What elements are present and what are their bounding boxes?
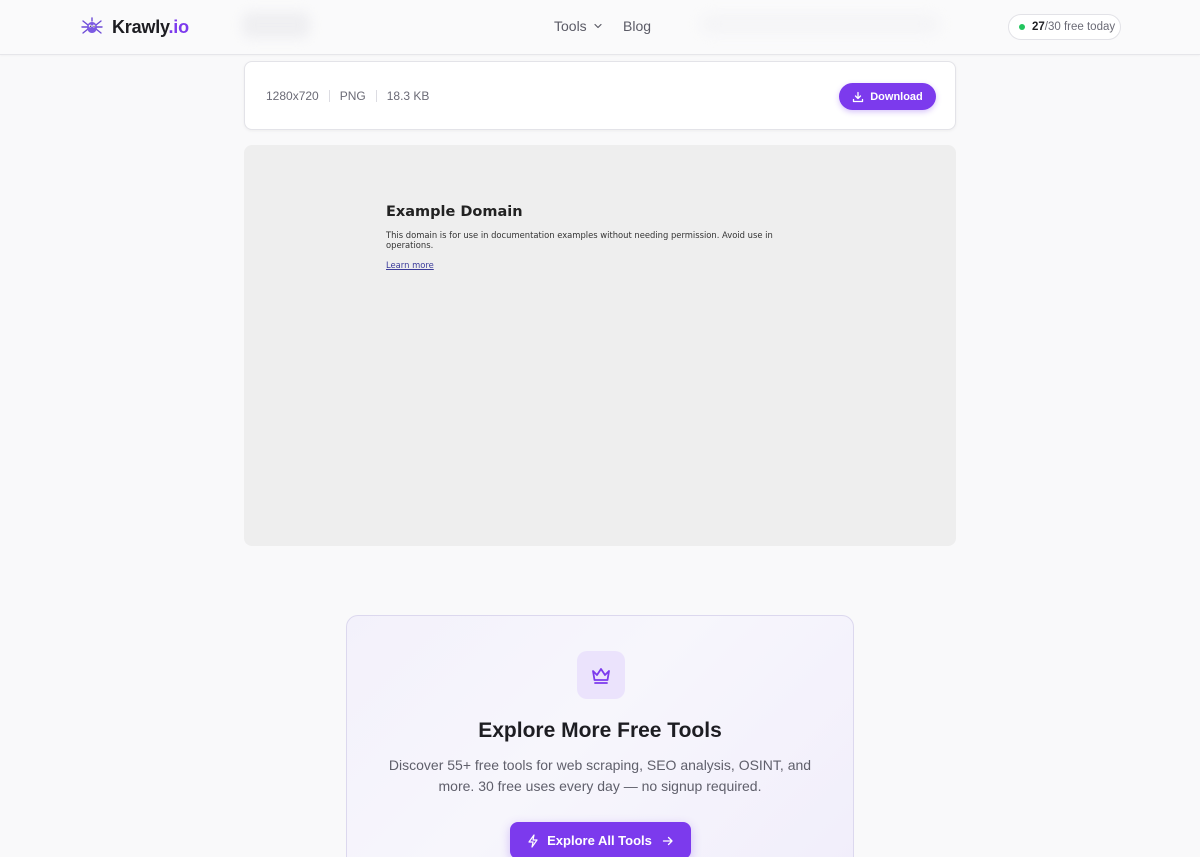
crown-icon	[592, 668, 610, 684]
explore-tools-card: Explore More Free Tools Discover 55+ fre…	[346, 615, 854, 857]
quota-rest: /30 free today	[1044, 21, 1116, 33]
top-navbar: Krawly.io Tools Blog 27/30 free today	[0, 0, 1200, 55]
meta-divider	[328, 90, 330, 102]
brand-name-main: Krawly	[112, 16, 169, 37]
explore-all-tools-button[interactable]: Explore All Tools	[510, 822, 691, 857]
image-size: 18.3 KB	[386, 89, 430, 103]
status-dot-icon	[1019, 24, 1025, 30]
spider-logo-icon	[81, 17, 103, 34]
image-format: PNG	[339, 89, 366, 103]
download-label: Download	[870, 90, 923, 103]
explore-button-label: Explore All Tools	[547, 833, 652, 848]
download-button[interactable]: Download	[839, 83, 936, 110]
explore-description: Discover 55+ free tools for web scraping…	[388, 757, 812, 794]
preview-page-title: Example Domain	[386, 204, 523, 220]
blurred-nav-placeholder	[242, 12, 310, 38]
arrow-right-icon	[662, 836, 673, 845]
meta-divider	[375, 90, 377, 102]
lightning-icon	[528, 833, 538, 848]
screenshot-preview: Example Domain This domain is for use in…	[244, 145, 956, 546]
explore-title: Explore More Free Tools	[478, 719, 722, 742]
brand-name: Krawly.io	[112, 17, 189, 38]
image-meta: 1280x720 PNG 18.3 KB	[266, 89, 429, 103]
nav-blog-label: Blog	[623, 18, 652, 34]
image-resolution: 1280x720	[266, 89, 319, 103]
brand-logo[interactable]: Krawly.io	[80, 15, 189, 39]
chevron-down-icon	[594, 23, 602, 29]
daily-quota-badge: 27/30 free today	[1008, 14, 1121, 40]
nav-tools-dropdown[interactable]: Tools	[554, 18, 603, 34]
nav-blog-link[interactable]: Blog	[623, 18, 651, 34]
preview-learn-more-link: Learn more	[386, 260, 434, 270]
nav-tools-label: Tools	[554, 18, 587, 34]
screenshot-result-card: 1280x720 PNG 18.3 KB Download	[244, 61, 956, 130]
quota-used: 27	[1032, 21, 1045, 33]
preview-page-body: This domain is for use in documentation …	[386, 230, 773, 250]
crown-badge	[577, 651, 625, 699]
download-icon	[853, 91, 864, 102]
brand-name-tld: .io	[168, 16, 190, 37]
blurred-nav-placeholder-2	[700, 16, 940, 32]
